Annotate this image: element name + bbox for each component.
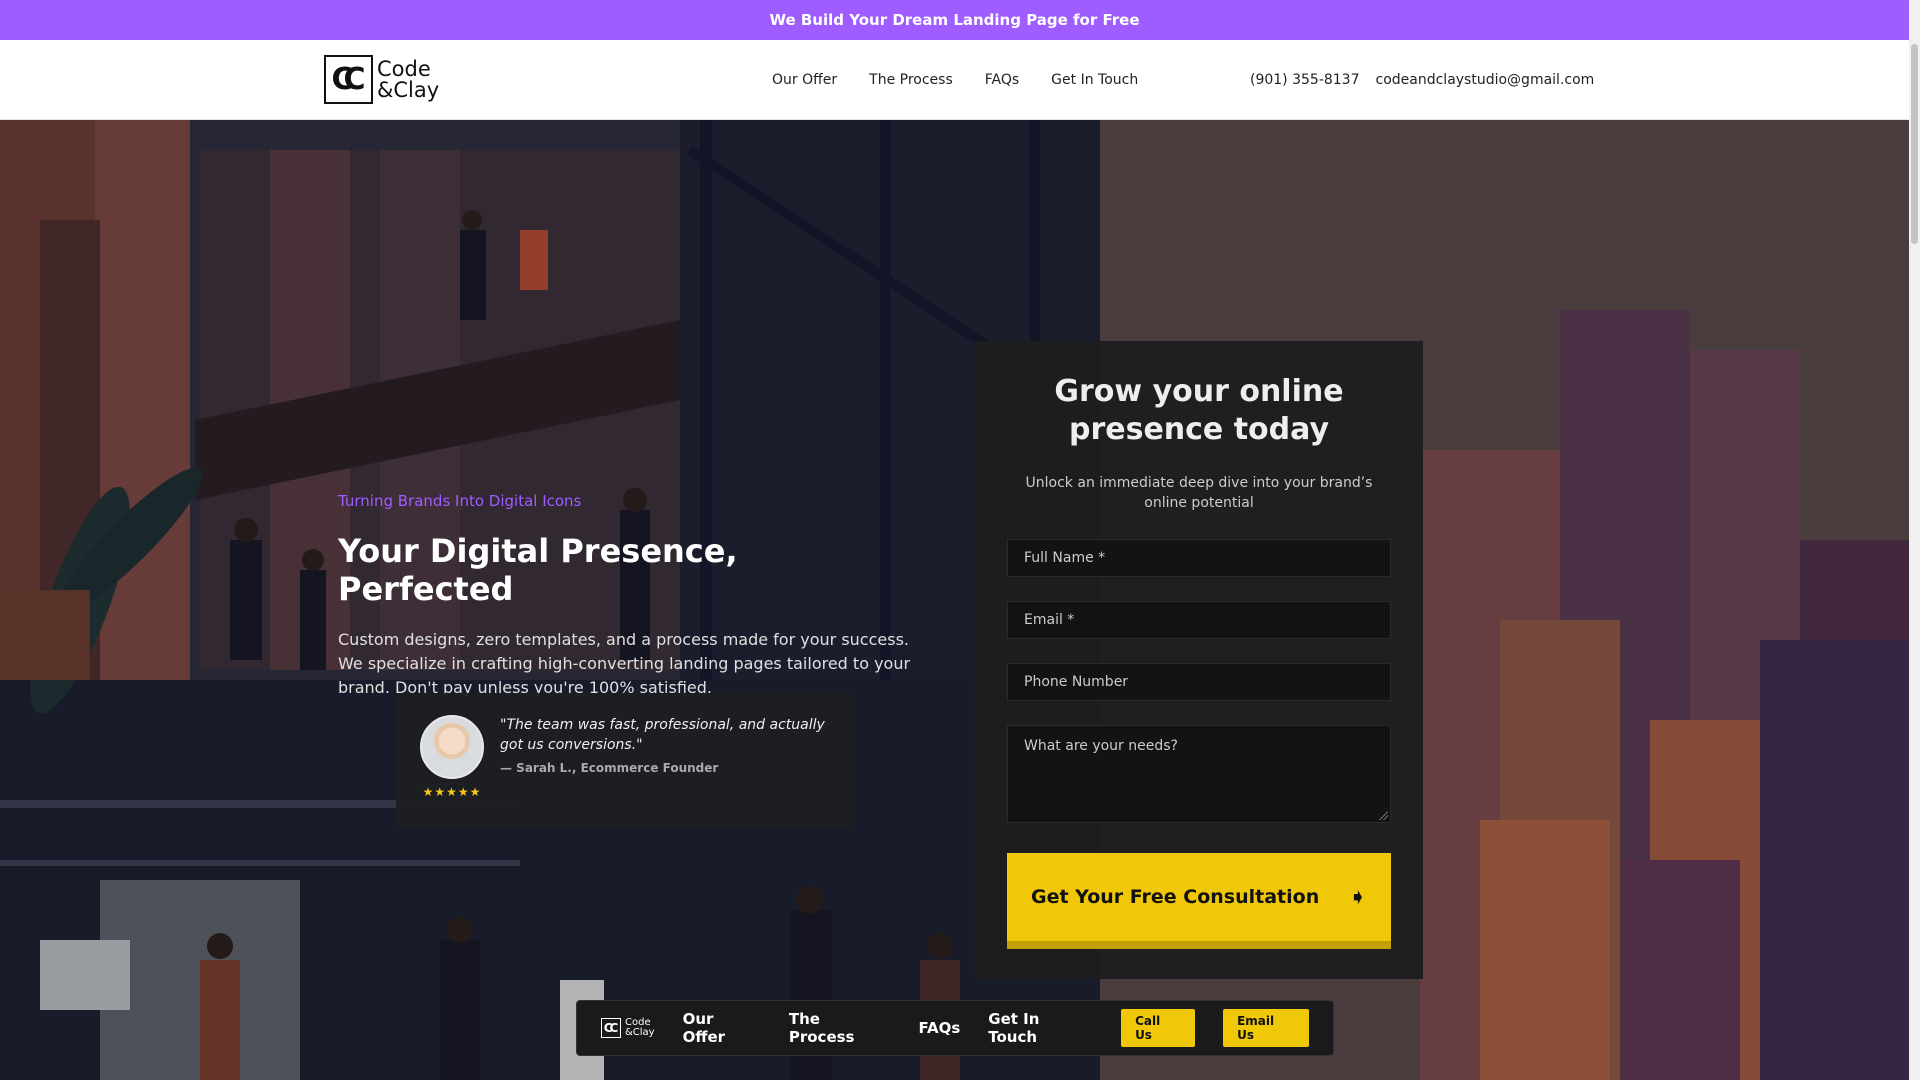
hero-text: Turning Brands Into Digital Icons Your D… [338, 492, 918, 700]
email-us-button[interactable]: Email Us [1223, 1009, 1309, 1047]
needs-placeholder: What are your needs? [1024, 738, 1178, 754]
logo-mark: CC [324, 55, 373, 104]
hero-tagline: Turning Brands Into Digital Icons [338, 492, 582, 510]
free-consultation-button[interactable]: Get Your Free Consultation ➧ [1007, 853, 1391, 949]
testimonial-body: "The team was fast, professional, and ac… [500, 715, 832, 806]
bottom-nav-the-process[interactable]: The Process [789, 1010, 891, 1046]
hero-description: Custom designs, zero templates, and a pr… [338, 630, 911, 697]
bottom-logo-text: Code &Clay [625, 1018, 655, 1038]
testimonial-quote: "The team was fast, professional, and ac… [500, 717, 825, 753]
logo[interactable]: CC Code &Clay [324, 55, 439, 104]
arrow-icon: ➧ [1348, 884, 1367, 910]
phone-field[interactable]: Phone Number [1007, 663, 1391, 701]
floating-bottom-nav: CC Code &Clay Our Offer The Process FAQs… [576, 1000, 1334, 1056]
resize-handle-icon[interactable] [1378, 810, 1388, 820]
logo-text: Code &Clay [377, 56, 440, 102]
scrollbar[interactable] [1909, 0, 1920, 1080]
consultation-form: Grow your online presence today Unlock a… [975, 341, 1423, 979]
full-name-field[interactable]: Full Name * [1007, 539, 1391, 577]
form-title: Grow your online presence today [1054, 374, 1344, 447]
header-contact: (901) 355-8137 codeandclaystudio@gmail.c… [1250, 40, 1594, 120]
bottom-logo-mark: CC [601, 1018, 621, 1038]
nav-get-in-touch[interactable]: Get In Touch [1051, 72, 1138, 88]
hero-section: Turning Brands Into Digital Icons Your D… [0, 120, 1909, 1080]
hero-headline: Your Digital Presence, Perfected [338, 532, 738, 608]
avatar [420, 715, 484, 779]
nav-our-offer[interactable]: Our Offer [772, 72, 837, 88]
star-rating: ★★★★★ [422, 785, 482, 799]
site-header: CC Code &Clay Our Offer The Process FAQs… [0, 40, 1909, 120]
promo-bar: We Build Your Dream Landing Page for Fre… [0, 0, 1909, 40]
testimonial-author: — Sarah L., Ecommerce Founder [500, 761, 719, 775]
scrollbar-thumb[interactable] [1911, 44, 1918, 244]
logo-line-2: &Clay [377, 77, 440, 102]
nav-the-process[interactable]: The Process [869, 72, 953, 88]
form-subtitle: Unlock an immediate deep dive into your … [1025, 475, 1373, 511]
nav-faqs[interactable]: FAQs [985, 72, 1019, 88]
hero-overlay [0, 120, 1909, 1080]
testimonial-avatar-wrap: ★★★★★ [420, 715, 484, 806]
needs-textarea[interactable]: What are your needs? [1007, 725, 1391, 823]
bottom-logo[interactable]: CC Code &Clay [601, 1018, 655, 1038]
cta-label: Get Your Free Consultation [1031, 886, 1320, 908]
email-link[interactable]: codeandclaystudio@gmail.com [1376, 72, 1595, 88]
bottom-nav-faqs[interactable]: FAQs [918, 1019, 960, 1037]
bottom-nav-get-in-touch[interactable]: Get In Touch [988, 1010, 1093, 1046]
promo-text: We Build Your Dream Landing Page for Fre… [769, 11, 1140, 29]
bottom-nav-our-offer[interactable]: Our Offer [683, 1010, 761, 1046]
logo-line-1: Code [377, 56, 431, 81]
testimonial-card: ★★★★★ "The team was fast, professional, … [396, 693, 854, 828]
main-nav: Our Offer The Process FAQs Get In Touch [772, 40, 1138, 120]
phone-link[interactable]: (901) 355-8137 [1250, 72, 1360, 88]
bottom-logo-line-2: &Clay [625, 1027, 655, 1038]
call-us-button[interactable]: Call Us [1121, 1009, 1196, 1047]
email-field[interactable]: Email * [1007, 601, 1391, 639]
